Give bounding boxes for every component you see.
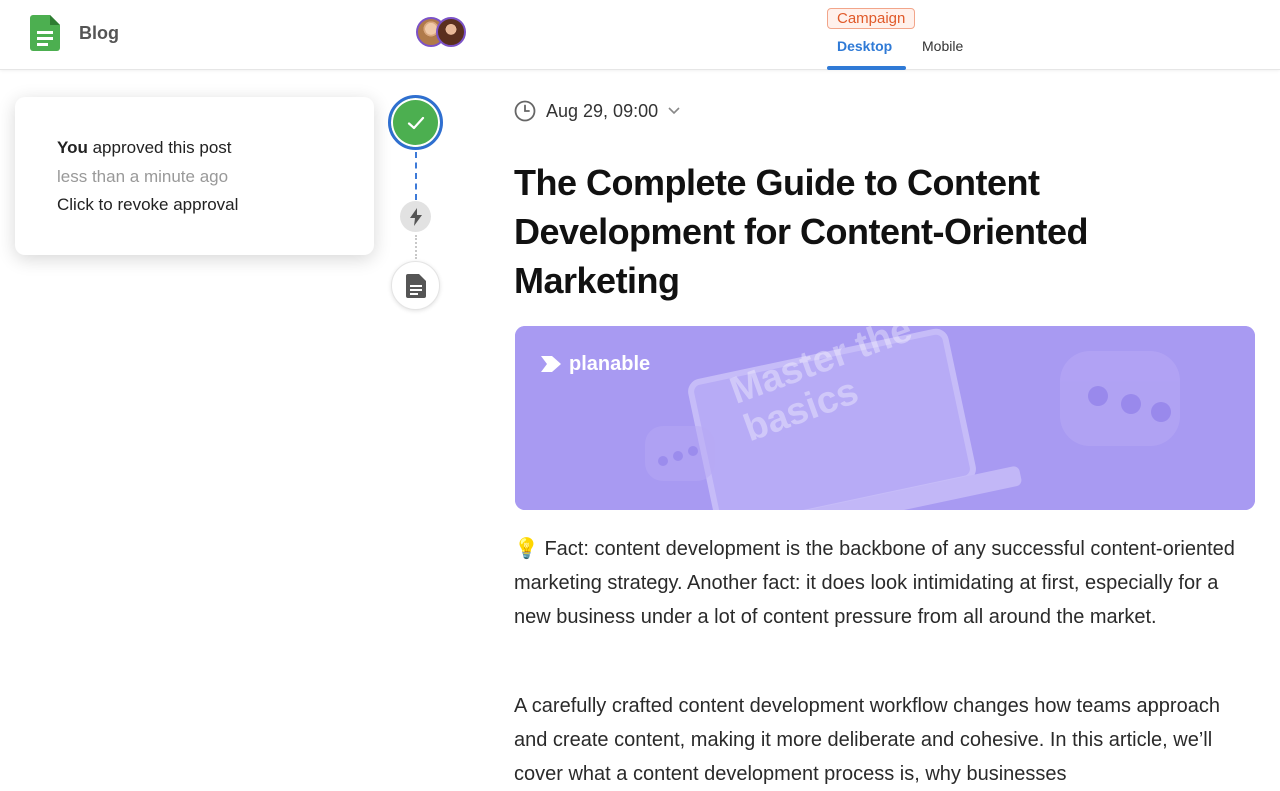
document-app-icon [30, 15, 60, 51]
post-paragraph[interactable]: A carefully crafted content development … [514, 689, 1249, 791]
post-paragraph[interactable]: 💡 Fact: content development is the backb… [514, 532, 1249, 634]
document-icon [405, 273, 426, 298]
clock-icon [514, 100, 536, 122]
automation-step[interactable] [400, 201, 431, 232]
post-document-step[interactable] [391, 261, 440, 310]
schedule-datetime: Aug 29, 09:00 [546, 100, 659, 121]
approved-status-button[interactable] [388, 95, 443, 150]
chevron-down-icon [668, 107, 680, 115]
avatar[interactable] [436, 17, 466, 47]
approval-action: approved this post [92, 138, 232, 157]
schedule-picker[interactable]: Aug 29, 09:00 [514, 99, 680, 123]
bolt-icon [409, 207, 422, 226]
check-icon [407, 116, 424, 129]
tab-desktop[interactable]: Desktop [837, 38, 892, 54]
hero-brand-logo: planable [539, 352, 650, 376]
campaign-badge[interactable]: Campaign [827, 8, 916, 29]
approval-message: You approved this post [57, 138, 232, 158]
timeline-connector [415, 235, 417, 259]
app-title: Blog [79, 23, 119, 43]
post-title[interactable]: The Complete Guide to Content Developmen… [514, 158, 1214, 305]
top-bar: Blog Campaign Desktop Mobile [0, 0, 1280, 70]
collaborator-avatars[interactable] [416, 17, 468, 49]
tab-mobile[interactable]: Mobile [922, 38, 963, 54]
planable-logo-icon [541, 356, 561, 372]
active-tab-indicator [827, 66, 906, 70]
hero-brand-text: planable [569, 352, 651, 375]
hero-image[interactable]: planable Master the basics [515, 326, 1255, 510]
timeline-connector [415, 152, 417, 200]
revoke-approval-link[interactable]: Click to revoke approval [57, 195, 238, 215]
approval-popover: You approved this post less than a minut… [15, 97, 374, 255]
approval-actor: You [57, 138, 88, 157]
approval-time: less than a minute ago [57, 167, 229, 186]
